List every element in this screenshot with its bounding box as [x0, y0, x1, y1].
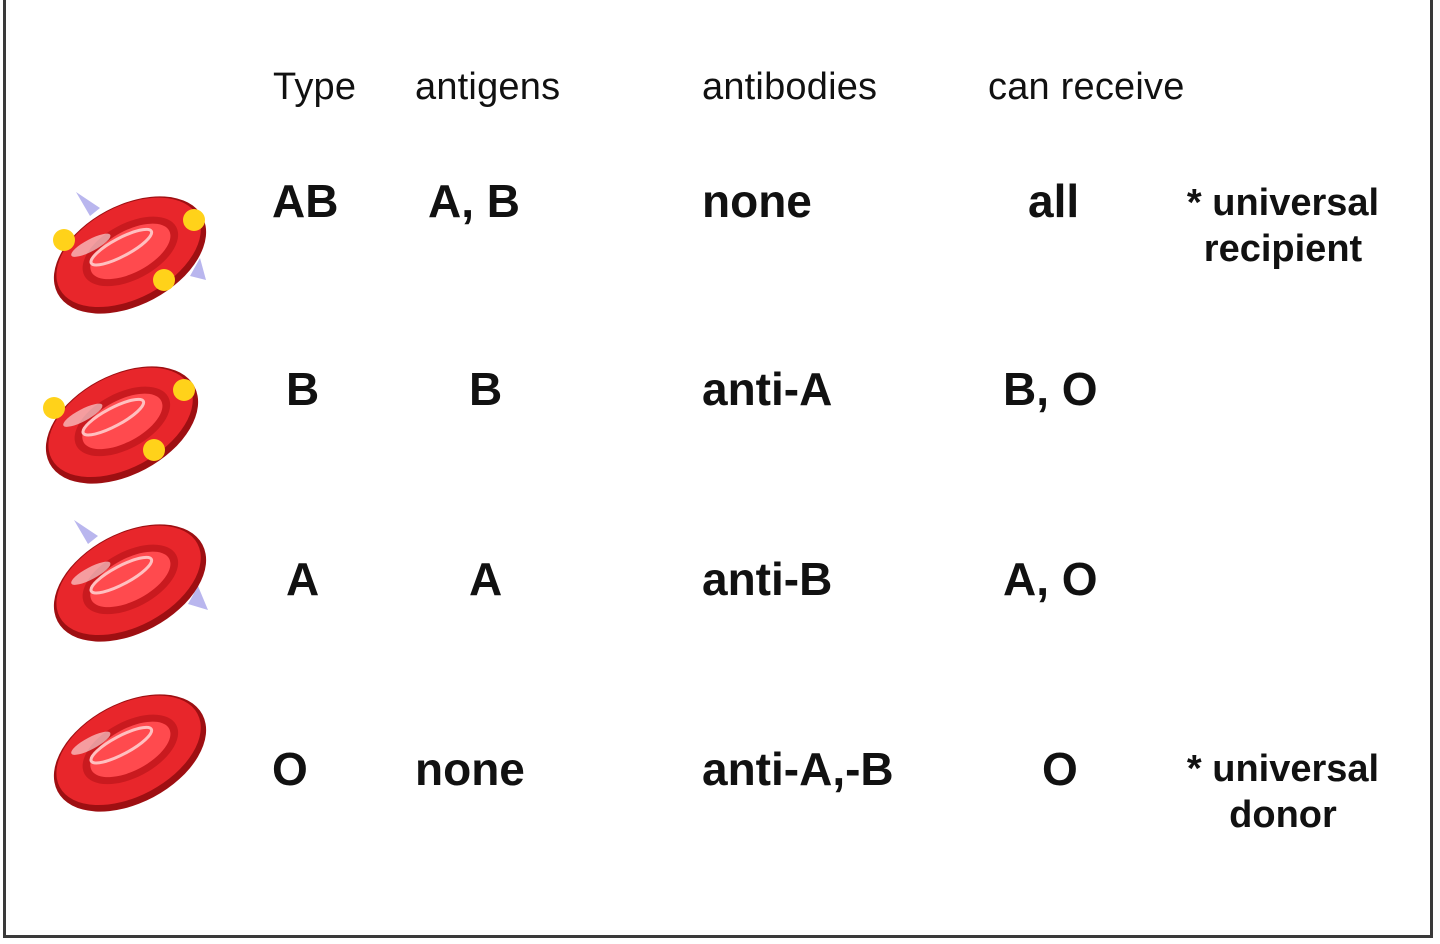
red-blood-cell-a-icon: [53, 520, 208, 642]
note-line-1: * universal: [1186, 182, 1380, 224]
cell-type: AB: [272, 175, 339, 227]
cell-type: B: [286, 363, 320, 415]
note-universal-donor: * universal donor: [1168, 746, 1398, 838]
cell-antibodies: anti-A,-B: [702, 743, 894, 795]
red-blood-cell-o-icon: [53, 694, 207, 812]
header-antigens: antigens: [415, 66, 561, 108]
header-type: Type: [273, 66, 357, 108]
cell-antibodies: none: [702, 175, 812, 227]
note-line-1: * universal: [1186, 748, 1380, 790]
antigen-spike: [76, 192, 100, 216]
cell-can-receive: B, O: [1003, 363, 1098, 415]
antigen-dot: [143, 439, 165, 461]
cell-antigens: A: [469, 553, 503, 605]
header-can-receive: can receive: [988, 66, 1185, 108]
cell-can-receive: all: [1028, 175, 1080, 227]
cell-antibodies: anti-B: [702, 553, 833, 605]
note-line-2: donor: [1229, 794, 1337, 836]
red-blood-cell-ab-icon: [53, 192, 207, 314]
antigen-spike: [74, 520, 98, 544]
note-universal-recipient: * universal recipient: [1168, 180, 1398, 272]
antigen-dot: [183, 209, 205, 231]
cell-type: A: [286, 553, 320, 605]
cell-antibodies: anti-A: [702, 363, 833, 415]
cell-type: O: [272, 743, 308, 795]
cell-can-receive: O: [1042, 743, 1078, 795]
red-blood-cell-b-icon: [43, 366, 199, 484]
antigen-dot: [153, 269, 175, 291]
header-antibodies: antibodies: [702, 66, 878, 108]
cell-can-receive: A, O: [1003, 553, 1098, 605]
cell-antigens: none: [415, 743, 525, 795]
cell-antigens: A, B: [428, 175, 520, 227]
antigen-dot: [173, 379, 195, 401]
cell-antigens: B: [469, 363, 503, 415]
antigen-dot: [43, 397, 65, 419]
antigen-dot: [53, 229, 75, 251]
note-line-2: recipient: [1203, 228, 1363, 270]
